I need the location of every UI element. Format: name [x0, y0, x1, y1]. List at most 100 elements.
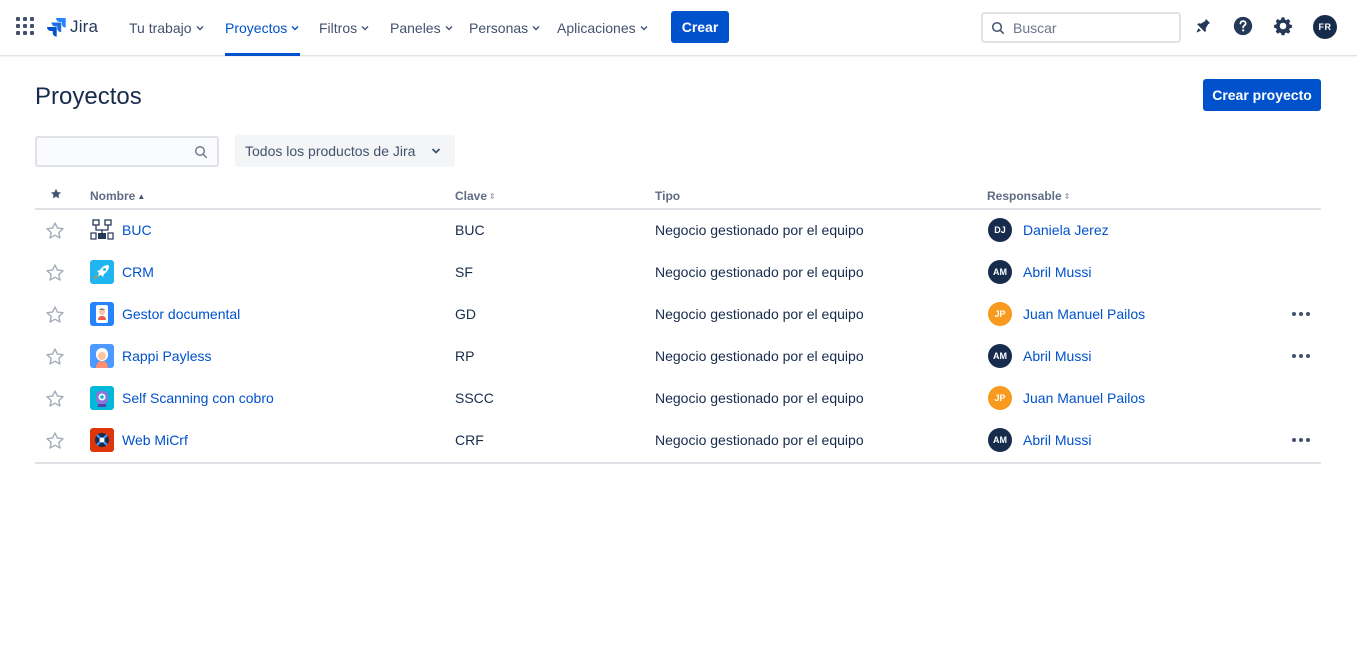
more-actions-icon[interactable]: [1289, 430, 1313, 450]
nav-label: Proyectos: [225, 20, 288, 36]
network-diagram-icon: [90, 218, 114, 242]
more-actions-icon[interactable]: [1289, 304, 1313, 324]
help-button[interactable]: [1231, 14, 1255, 38]
notifications-button[interactable]: [1191, 14, 1215, 38]
page-title: Proyectos: [35, 83, 142, 110]
top-navigation: Jira Tu trabajo Proyectos Filtros Panele…: [0, 0, 1357, 56]
column-label: Nombre: [90, 189, 136, 203]
project-key: BUC: [455, 222, 485, 238]
project-key: SF: [455, 264, 473, 280]
search-icon: [991, 21, 1005, 34]
product-filter-select[interactable]: Todos los productos de Jira: [235, 135, 455, 167]
project-key: SSCC: [455, 390, 494, 406]
project-name-link[interactable]: CRM: [122, 264, 154, 280]
chevron-down-icon: [445, 26, 453, 31]
lead-name-link[interactable]: Juan Manuel Pailos: [1023, 306, 1145, 322]
more-actions-icon[interactable]: [1289, 346, 1313, 366]
table-row: Gestor documental GD Negocio gestionado po…: [35, 293, 1321, 335]
lead-avatar[interactable]: AM: [988, 428, 1012, 452]
create-button[interactable]: Crear: [671, 11, 729, 43]
nav-label: Aplicaciones: [557, 20, 636, 36]
jira-logo[interactable]: Jira: [46, 16, 98, 38]
lead-name-link[interactable]: Abril Mussi: [1023, 264, 1091, 280]
project-key: GD: [455, 306, 476, 322]
nav-filtros[interactable]: Filtros: [319, 0, 370, 56]
sort-icon: ⇕: [1063, 191, 1071, 201]
nav-paneles[interactable]: Paneles: [390, 0, 454, 56]
chevron-down-icon: [431, 148, 441, 154]
star-icon[interactable]: [45, 389, 65, 409]
table-row: Rappi Payless RP Negocio gestionado por el…: [35, 335, 1321, 377]
nav-tu-trabajo[interactable]: Tu trabajo: [129, 0, 205, 56]
table-row: CRM SF Negocio gestionado por el equipo AM A…: [35, 251, 1321, 293]
lead-name-link[interactable]: Abril Mussi: [1023, 348, 1091, 364]
app-switcher-icon[interactable]: [16, 17, 34, 35]
lead-avatar[interactable]: JP: [988, 386, 1012, 410]
chevron-down-icon: [640, 26, 648, 31]
column-header-type: Tipo: [655, 189, 680, 203]
notifications-icon: [1196, 18, 1211, 33]
nav-label: Paneles: [390, 20, 441, 36]
lead-name-link[interactable]: Daniela Jerez: [1023, 222, 1109, 238]
project-key: RP: [455, 348, 475, 364]
table-row: Web MiCrf CRF Negocio gestionado por el eq…: [35, 419, 1321, 461]
chevron-down-icon: [532, 26, 540, 31]
nav-label: Filtros: [319, 20, 358, 36]
user-avatar[interactable]: FR: [1313, 15, 1337, 39]
column-header-lead[interactable]: Responsable ⇕: [987, 189, 1070, 203]
satellite-icon: [90, 428, 114, 452]
jira-logo-icon: [47, 18, 66, 37]
star-icon[interactable]: [45, 431, 65, 451]
help-icon: [1233, 16, 1253, 36]
global-search[interactable]: [981, 12, 1181, 43]
settings-button[interactable]: [1271, 14, 1295, 38]
lead-name-link[interactable]: Abril Mussi: [1023, 432, 1091, 448]
project-name-link[interactable]: Self Scanning con cobro: [122, 390, 274, 406]
search-icon: [194, 145, 208, 159]
lead-avatar[interactable]: JP: [988, 302, 1012, 326]
column-label: Tipo: [655, 189, 681, 203]
project-name-link[interactable]: Gestor documental: [122, 306, 240, 322]
nav-label: Personas: [469, 20, 529, 36]
project-type: Negocio gestionado por el equipo: [655, 306, 864, 322]
nav-aplicaciones[interactable]: Aplicaciones: [557, 0, 649, 56]
table-header: Nombre ▲ Clave ⇕ Tipo Responsable ⇕: [35, 186, 1321, 210]
star-icon[interactable]: [45, 221, 65, 241]
phone-person-icon: [90, 302, 114, 326]
nav-label: Tu trabajo: [129, 20, 192, 36]
rocket-icon: [90, 260, 114, 284]
nav-proyectos[interactable]: Proyectos: [225, 0, 301, 56]
table-bottom-border: [35, 462, 1321, 464]
project-type: Negocio gestionado por el equipo: [655, 390, 864, 406]
person-avatar-icon: [90, 344, 114, 368]
project-type: Negocio gestionado por el equipo: [655, 432, 864, 448]
column-header-name[interactable]: Nombre ▲: [90, 189, 145, 203]
lead-name-link[interactable]: Juan Manuel Pailos: [1023, 390, 1145, 406]
nav-personas[interactable]: Personas: [469, 0, 541, 56]
logo-text: Jira: [70, 17, 99, 36]
table-row: Self Scanning con cobro SSCC Negocio gesti…: [35, 377, 1321, 419]
chevron-down-icon: [196, 26, 204, 31]
project-name-link[interactable]: Rappi Payless: [122, 348, 212, 364]
project-search-input[interactable]: [37, 138, 187, 165]
project-name-link[interactable]: BUC: [122, 222, 152, 238]
project-type: Negocio gestionado por el equipo: [655, 222, 864, 238]
lead-avatar[interactable]: AM: [988, 260, 1012, 284]
star-filled-icon[interactable]: [50, 188, 62, 200]
project-key: CRF: [455, 432, 484, 448]
lead-avatar[interactable]: AM: [988, 344, 1012, 368]
lead-avatar[interactable]: DJ: [988, 218, 1012, 242]
star-icon[interactable]: [45, 347, 65, 367]
sort-ascending-icon: ▲: [137, 191, 146, 201]
settings-icon: [1274, 17, 1292, 36]
create-project-button[interactable]: Crear proyecto: [1203, 79, 1321, 111]
sort-icon: ⇕: [489, 191, 496, 201]
column-header-key[interactable]: Clave ⇕: [455, 189, 496, 203]
star-icon[interactable]: [45, 305, 65, 325]
project-search[interactable]: [35, 136, 219, 167]
chevron-down-icon: [291, 26, 299, 31]
search-input[interactable]: [1013, 19, 1173, 36]
project-name-link[interactable]: Web MiCrf: [122, 432, 188, 448]
star-icon[interactable]: [45, 263, 65, 283]
chevron-down-icon: [361, 26, 369, 31]
